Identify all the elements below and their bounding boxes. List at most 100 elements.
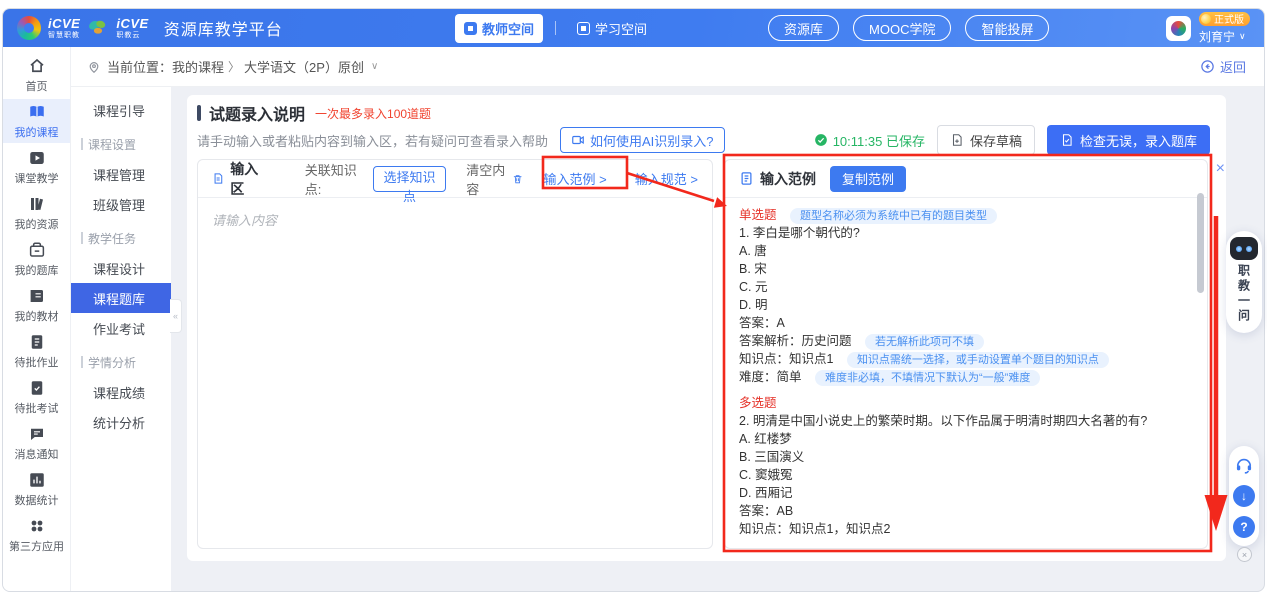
panel-scrollbar-thumb[interactable] (1197, 193, 1204, 293)
sidebar-item[interactable]: 消息通知 (3, 421, 70, 465)
header-nav-button[interactable]: MOOC学院 (853, 15, 951, 41)
breadcrumb-chevron-icon[interactable]: ∨ (371, 61, 378, 72)
course-nav-item[interactable]: 课程管理 (71, 159, 171, 189)
course-nav-item[interactable]: 班级管理 (71, 189, 171, 219)
header-space-tabs: 教师空间 学习空间 (455, 9, 656, 47)
course-nav-label: 教学任务 (88, 230, 136, 247)
user-menu[interactable]: 刘育宁 ∨ (1199, 28, 1246, 45)
example-line: C. 窦娥冤 (739, 466, 1193, 484)
section-bar (81, 356, 83, 368)
submit-to-bank-button[interactable]: 检查无误，录入题库 (1047, 125, 1210, 155)
download-button[interactable]: ↓ (1233, 485, 1255, 507)
header-user-area: 正式版 刘育宁 ∨ (1166, 9, 1250, 47)
user-name: 刘育宁 (1199, 28, 1235, 45)
app-header: iCVE 智慧职教 iCVE 职教云 资源库教学平台 教师空间 (3, 9, 1264, 47)
copy-example-button[interactable]: 复制范例 (830, 166, 906, 192)
sidebar-item[interactable]: 我的题库 (3, 237, 70, 281)
icve-zhijiaoyun-logo-icon (87, 17, 109, 39)
hint-badge: 知识点需统一选择，或手动设置单个题目的知识点 (847, 352, 1109, 368)
course-nav-item[interactable]: 统计分析 (71, 407, 171, 437)
sidebar-item[interactable]: 我的课程 (3, 99, 70, 143)
icve2-logo-text: iCVE 职教云 (116, 17, 148, 39)
content-input[interactable] (198, 198, 712, 548)
sidebar-item-label: 待批作业 (15, 354, 59, 370)
clear-content-button[interactable]: 清空内容 (466, 160, 523, 198)
course-nav-label: 统计分析 (93, 413, 145, 432)
app-window: iCVE 智慧职教 iCVE 职教云 资源库教学平台 教师空间 (2, 8, 1265, 592)
save-draft-label: 保存草稿 (970, 131, 1022, 150)
notifications-icon (28, 425, 46, 443)
course-nav-item[interactable]: 课程引导 (71, 95, 171, 125)
input-example-link[interactable]: 输入范例 > (544, 169, 607, 188)
select-knowledge-button[interactable]: 选择知识点 (373, 166, 446, 192)
input-area-box: 输入区 关联知识点: 选择知识点 清空内容 输 (197, 159, 713, 549)
headset-icon (1234, 455, 1254, 475)
knowledge-point-label: 关联知识点: (305, 160, 361, 198)
submit-label: 检查无误，录入题库 (1080, 131, 1197, 150)
example-line-text: 答案解析：历史问题 (739, 334, 852, 348)
sidebar-item[interactable]: 我的教材 (3, 283, 70, 327)
robot-icon (1230, 237, 1258, 260)
question-mark-icon: ? (1240, 520, 1247, 534)
course-nav-item[interactable]: 课程设计 (71, 253, 171, 283)
close-panel-icon[interactable]: × (1216, 161, 1225, 177)
example-line: 答案：AB (739, 502, 1193, 520)
back-button-label: 返回 (1220, 57, 1246, 76)
example-line-text: D. 明 (739, 298, 767, 312)
example-line: C. 元 (739, 278, 1193, 296)
sidebar-item-label: 首页 (26, 78, 48, 94)
example-line: B. 宋 (739, 260, 1193, 278)
breadcrumb-prefix: 当前位置： (107, 57, 172, 76)
sidebar-item-label: 待批考试 (15, 400, 59, 416)
platform-title: 资源库教学平台 (164, 16, 283, 40)
course-nav-label: 课程引导 (93, 101, 145, 120)
header-space-tab[interactable]: 学习空间 (568, 14, 656, 43)
sidebar-item-label: 我的教材 (15, 308, 59, 324)
user-meta: 正式版 刘育宁 ∨ (1199, 12, 1250, 45)
example-line-text: 多选题 (739, 396, 777, 410)
hint-badge: 若无解析此项可不填 (865, 334, 984, 350)
brand-area: iCVE 智慧职教 iCVE 职教云 资源库教学平台 (17, 16, 283, 40)
example-content: 单选题 题型名称必须为系统中已有的题目类型 1. 李白是哪个朝代的? (725, 198, 1207, 548)
course-nav-sidebar: 课程引导 课程设置 课程管理 (71, 87, 171, 591)
header-space-tab[interactable]: 教师空间 (455, 14, 543, 43)
collapse-sidebar-handle[interactable]: « (170, 299, 182, 333)
document-check-icon (1060, 133, 1074, 147)
sidebar-item[interactable]: 首页 (3, 53, 70, 97)
example-line-text: B. 三国演义 (739, 450, 804, 464)
question-bank-icon (28, 241, 46, 259)
header-nav-button[interactable]: 智能投屏 (965, 15, 1049, 41)
ai-help-button[interactable]: 如何使用AI识别录入? (560, 127, 725, 153)
clear-content-label: 清空内容 (466, 160, 508, 198)
sidebar-item[interactable]: 我的资源 (3, 191, 70, 235)
course-nav-item: 学情分析 (71, 347, 171, 377)
assistant-widget[interactable]: 职教一问 (1226, 231, 1262, 333)
sidebar-item[interactable]: 课堂教学 (3, 145, 70, 189)
course-nav-item[interactable]: 作业考试 (71, 313, 171, 343)
icon-sidebar: 首页 我的课程 课堂教学 我的资源 (3, 47, 71, 591)
example-line-text: C. 元 (739, 280, 767, 294)
icve-zhihuizhijiao-logo-icon (17, 16, 41, 40)
example-line-text: 知识点：知识点1，知识点2 (739, 522, 890, 536)
hint-badge: 难度非必填，不填情况下默认为“一般”难度 (815, 370, 1040, 386)
sidebar-item[interactable]: 待批作业 (3, 329, 70, 373)
back-button[interactable]: 返回 (1200, 57, 1246, 76)
sidebar-item[interactable]: 第三方应用 (3, 513, 70, 557)
course-nav-item[interactable]: 课程题库 (71, 283, 171, 313)
course-nav-item[interactable]: 课程成绩 (71, 377, 171, 407)
sidebar-item-label: 我的题库 (15, 262, 59, 278)
help-button[interactable]: ? (1233, 516, 1255, 538)
sidebar-item[interactable]: 数据统计 (3, 467, 70, 511)
customer-service-button[interactable] (1233, 454, 1255, 476)
third-party-icon (28, 517, 46, 535)
input-standard-link[interactable]: 输入规范 > (635, 169, 698, 188)
breadcrumb-section[interactable]: 我的课程 (172, 57, 224, 76)
course-nav-label: 课程题库 (93, 289, 145, 308)
sidebar-item[interactable]: 待批考试 (3, 375, 70, 419)
user-avatar[interactable] (1166, 16, 1191, 41)
autosave-status-text: 10:11:35 已保存 (833, 131, 925, 150)
collapse-toolbar-icon[interactable]: × (1237, 547, 1252, 562)
header-nav-button[interactable]: 资源库 (768, 15, 839, 41)
save-draft-button[interactable]: 保存草稿 (937, 125, 1035, 155)
example-line: 多选题 (739, 394, 1193, 412)
